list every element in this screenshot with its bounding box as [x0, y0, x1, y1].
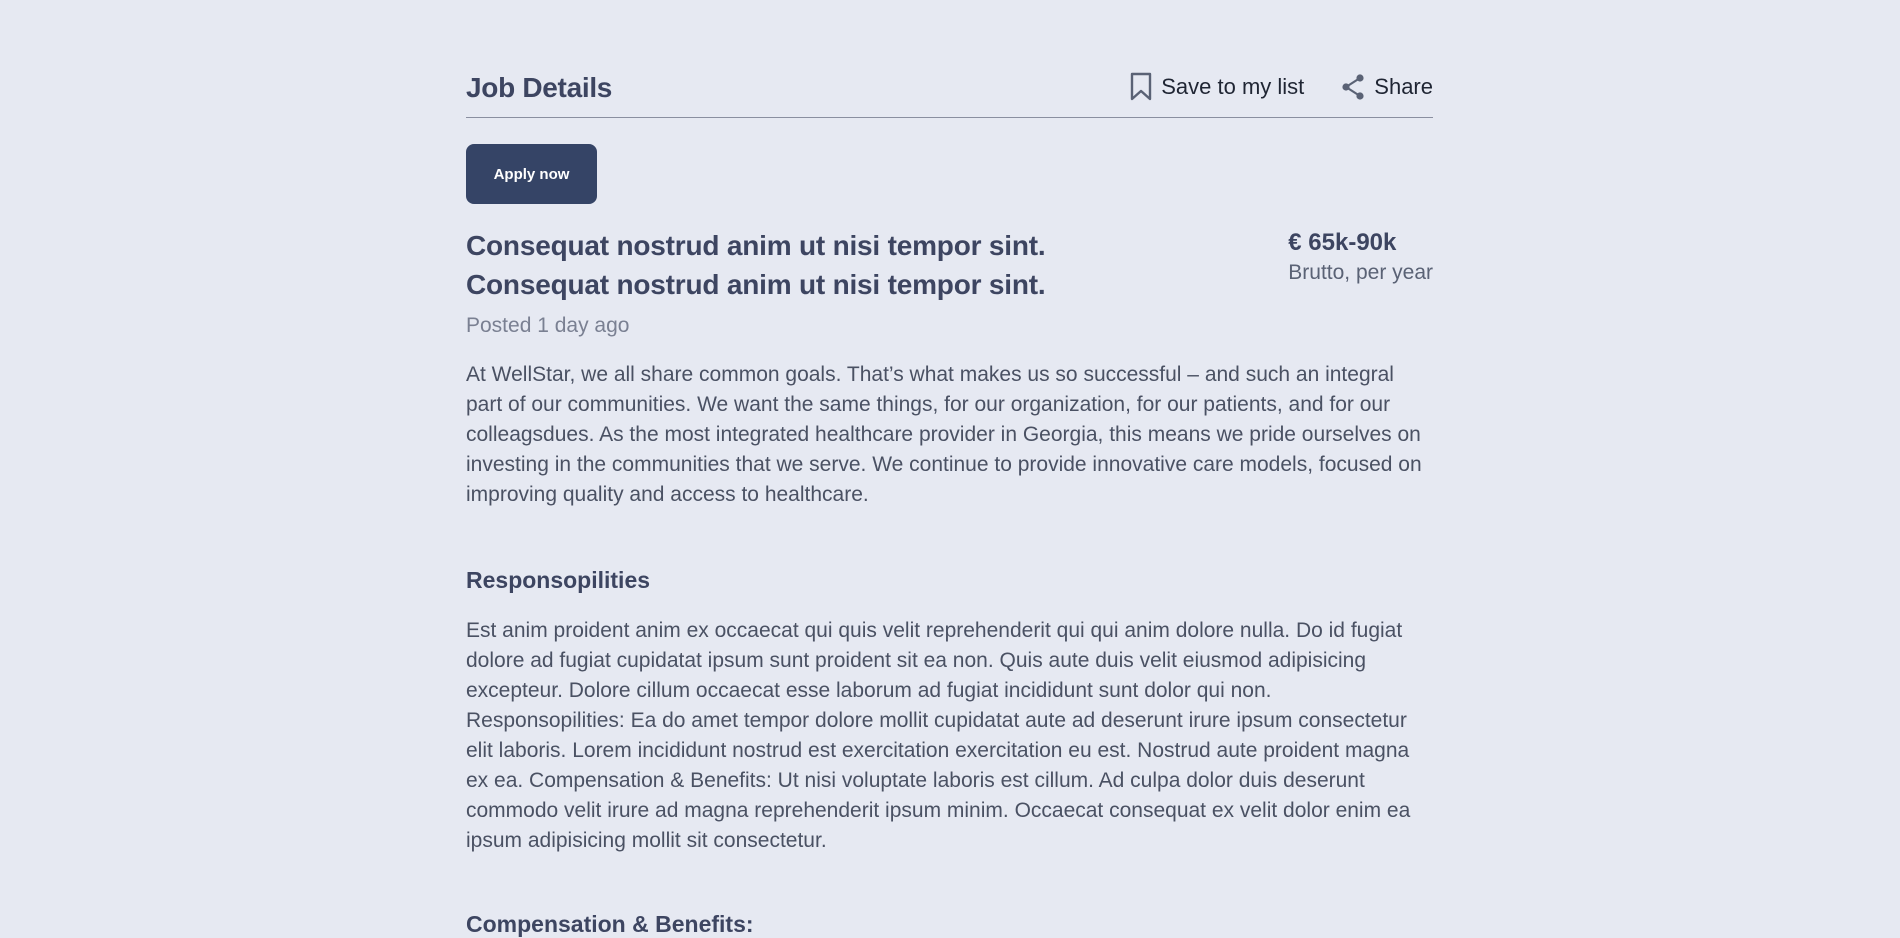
job-title-line-1: Consequat nostrud anim ut nisi tempor si…: [466, 230, 1046, 261]
job-title: Consequat nostrud anim ut nisi tempor si…: [466, 226, 1166, 304]
compensation-heading: Compensation & Benefits:: [466, 911, 754, 937]
bookmark-icon: [1129, 72, 1153, 102]
save-to-list-label: Save to my list: [1161, 74, 1305, 99]
responsibilities-heading: Responsopilities: [466, 567, 651, 593]
job-intro-text: At WellStar, we all share common goals. …: [466, 363, 1422, 506]
page-title: Job Details: [466, 72, 613, 103]
share-button[interactable]: Share: [1340, 73, 1433, 101]
job-details-header: Job Details Save to my list Share: [466, 68, 1433, 118]
apply-now-button[interactable]: Apply now: [466, 144, 597, 204]
share-label: Share: [1374, 74, 1433, 99]
salary-amount: € 65k-90k: [1288, 229, 1397, 256]
header-actions: Save to my list Share: [1129, 72, 1433, 102]
salary-block: € 65k-90k Brutto, per year: [1288, 228, 1433, 288]
job-title-line-2: Consequat nostrud anim ut nisi tempor si…: [466, 269, 1046, 300]
save-to-list-button[interactable]: Save to my list: [1129, 72, 1304, 102]
salary-period: Brutto, per year: [1288, 261, 1433, 284]
responsibilities-text: Est anim proident anim ex occaecat qui q…: [466, 619, 1411, 852]
share-icon: [1340, 73, 1366, 101]
posted-date: Posted 1 day ago: [466, 314, 630, 337]
